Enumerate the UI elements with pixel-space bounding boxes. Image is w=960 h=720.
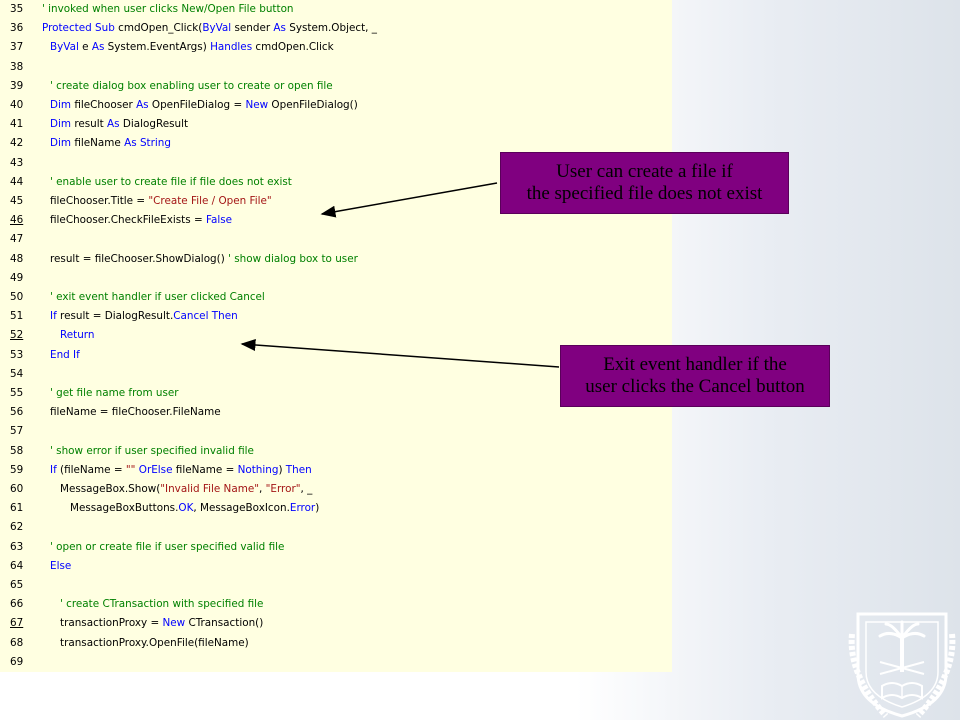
callout-arrows bbox=[240, 182, 560, 368]
arrow-to-line-52 bbox=[240, 338, 560, 368]
arrow-to-line-46 bbox=[320, 182, 498, 218]
king-saud-university-emblem-icon bbox=[848, 612, 956, 719]
